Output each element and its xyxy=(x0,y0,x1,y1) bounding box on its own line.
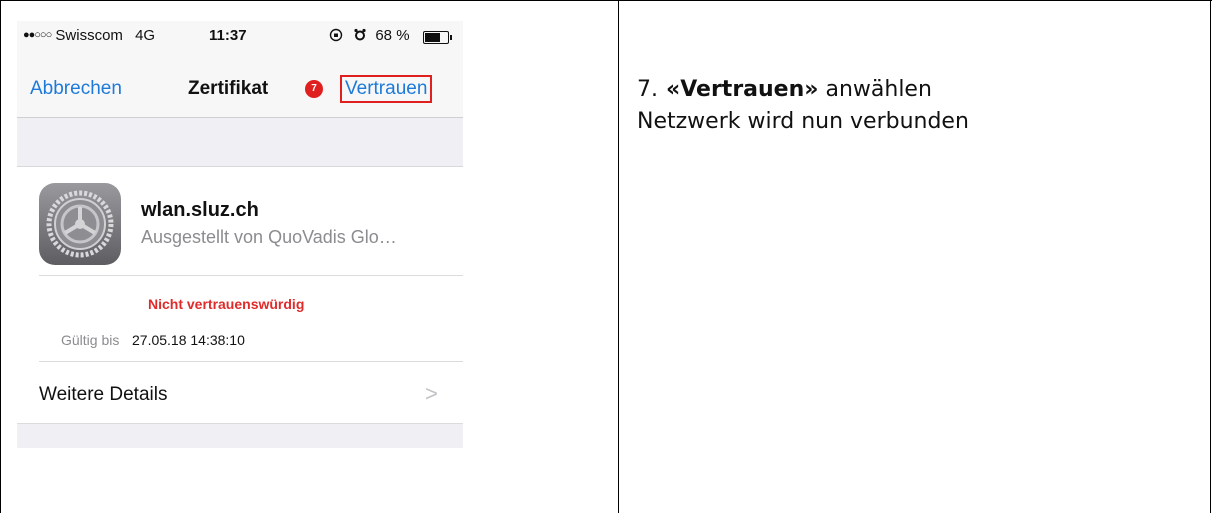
step-action-suffix: anwählen xyxy=(818,77,932,102)
rotation-lock-icon xyxy=(329,28,343,42)
status-time: 11:37 xyxy=(209,27,247,44)
status-bar: ●●○○○ Swisscom 4G 11:37 68 % xyxy=(17,21,463,51)
page-title: Zertifikat xyxy=(188,78,269,99)
battery-nub xyxy=(450,35,452,40)
battery-icon xyxy=(423,31,452,44)
trust-button[interactable]: Vertrauen xyxy=(340,75,433,103)
certificate-issuer: Ausgestellt von QuoVadis Glo… xyxy=(141,227,397,247)
step-number: 7. xyxy=(637,77,658,102)
trust-status: Nicht vertrauenswürdig xyxy=(148,296,305,312)
cancel-button[interactable]: Abbrechen xyxy=(30,78,122,100)
step-badge: 7 xyxy=(305,80,323,98)
chevron-right-icon: > xyxy=(425,381,438,406)
battery-percent: 68 % xyxy=(375,27,410,44)
signal-dots: ●●○○○ xyxy=(23,29,52,41)
certificate-name: wlan.sluz.ch xyxy=(141,199,259,221)
table-column-divider xyxy=(618,0,619,513)
navigation-bar: Abbrechen Zertifikat 7 Vertrauen xyxy=(17,51,463,118)
battery-fill xyxy=(425,33,440,42)
valid-until-value: 27.05.18 14:38:10 xyxy=(132,332,245,348)
table-border-top xyxy=(0,0,1212,1)
valid-until-label: Gültig bis xyxy=(61,332,120,348)
group-spacer xyxy=(17,423,463,448)
group-spacer xyxy=(17,118,463,167)
table-border-right xyxy=(1210,0,1211,513)
settings-gear-icon xyxy=(39,183,121,265)
divider xyxy=(39,361,463,362)
divider xyxy=(39,275,463,276)
status-indicators: 68 % xyxy=(329,27,410,44)
network-type: 4G xyxy=(135,27,156,44)
carrier-name: Swisscom xyxy=(55,27,123,44)
instruction-text: 7. «Vertrauen» anwählen Netzwerk wird nun… xyxy=(637,74,969,138)
instruction-line-1: 7. «Vertrauen» anwählen xyxy=(637,74,969,106)
more-details-row[interactable]: Weitere Details xyxy=(39,384,167,406)
phone-screenshot: ●●○○○ Swisscom 4G 11:37 68 % Abbrechen Z… xyxy=(17,21,463,513)
alarm-icon xyxy=(354,28,366,41)
table-border-left xyxy=(0,0,1,513)
instruction-line-2: Netzwerk wird nun verbunden xyxy=(637,109,969,134)
carrier-info: ●●○○○ Swisscom 4G xyxy=(23,27,155,44)
step-action: «Vertrauen» xyxy=(666,77,819,102)
